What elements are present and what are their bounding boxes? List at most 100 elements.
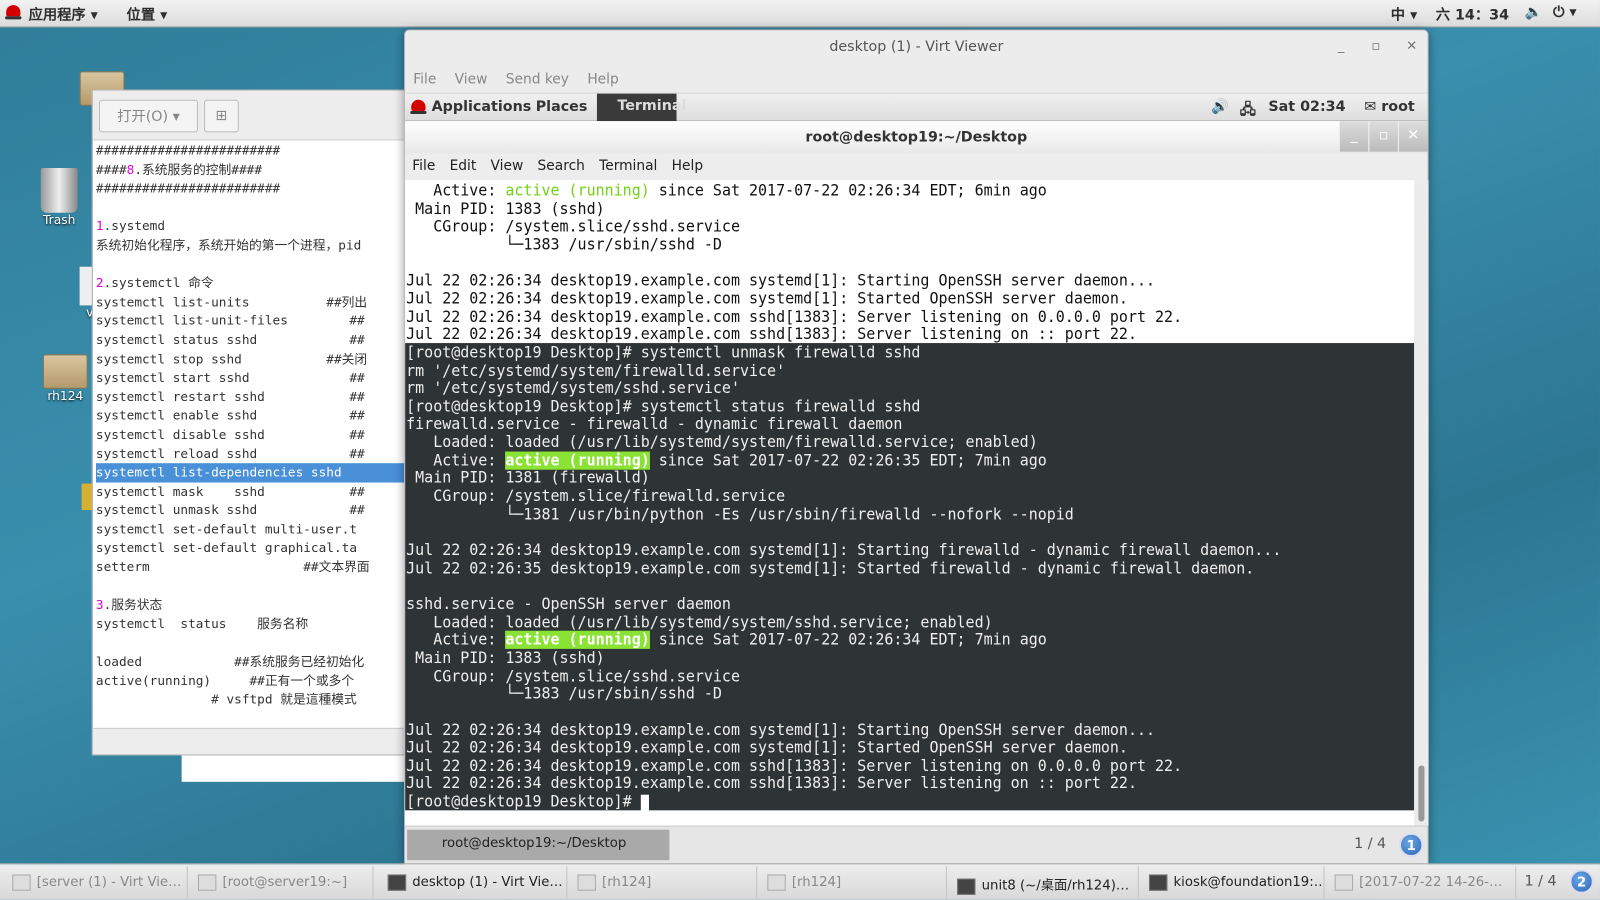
guest-workspace-indicator[interactable]: 1 / 4 [1354, 836, 1386, 852]
terminal-line: └─1381 /usr/bin/python -Es /usr/sbin/fir… [406, 505, 1074, 524]
taskbar-item[interactable]: [root@server19:~] [190, 866, 374, 899]
terminal-scrollbar[interactable] [1414, 180, 1429, 826]
line-text: Jul 22 02:26:34 desktop19.example.com ss… [406, 307, 1183, 326]
menu-view[interactable]: View [455, 71, 488, 87]
line-text: systemctl mask sshd ## [95, 483, 365, 499]
applications-menu[interactable]: 应用程序 ▾ [29, 4, 98, 24]
term-menu-search[interactable]: Search [538, 158, 585, 174]
taskbar-item[interactable]: [rh124] [759, 866, 947, 899]
close-button[interactable]: ✕ [1406, 39, 1417, 54]
terminal-line: Main PID: 1383 (sshd) [406, 649, 605, 668]
workspace-indicator[interactable]: 1 / 4 [1524, 873, 1556, 889]
term-menu-edit[interactable]: Edit [450, 158, 477, 174]
line-text: Loaded: loaded (/usr/lib/systemd/system/… [406, 612, 993, 632]
line-text: systemctl status sshd ## [95, 331, 365, 348]
terminal-maximize-button[interactable]: ▫ [1368, 121, 1398, 152]
taskbar-item-label: [rh124] [791, 874, 842, 891]
text-editor-window: 打开(O) ▾ ⊞ ######################## ####8.… [91, 89, 419, 756]
line-text: └─1381 /usr/bin/python -Es /usr/sbin/fir… [406, 505, 1074, 524]
clock[interactable]: 六 14：34 [1436, 4, 1509, 24]
input-method-menu[interactable]: 中 ▾ [1391, 4, 1417, 24]
power-menu[interactable]: ⏻ ▾ [1553, 4, 1576, 20]
line-text: since Sat 2017-07-22 02:26:35 EDT; 7min … [649, 451, 1047, 470]
guest-places-menu[interactable]: Places [536, 99, 588, 115]
menu-send-key[interactable]: Send key [506, 71, 569, 87]
line-text: systemctl disable sshd ## [95, 426, 365, 442]
term-menu-terminal[interactable]: Terminal [599, 158, 657, 174]
taskbar-item[interactable]: desktop (1) - Virt Vie… [380, 866, 568, 899]
line-text: rm '/etc/systemd/system/firewalld.servic… [406, 361, 786, 380]
editor-line: systemctl disable sshd ## [96, 425, 417, 444]
guest-network-icon[interactable]: 🖧 [1240, 99, 1256, 123]
status-active-highlight: active (running) [505, 451, 650, 470]
line-text: [root@desktop19 Desktop]# [406, 792, 641, 811]
line-text: ######################## [95, 142, 281, 158]
editor-line: systemctl mask sshd ## [96, 482, 417, 501]
guest-terminal-task[interactable]: Terminal [596, 93, 686, 122]
editor-line: 2.systemctl 命令 [96, 274, 417, 293]
volume-muted-icon[interactable]: 🔈 [1524, 4, 1542, 20]
term-menu-file[interactable]: File [412, 158, 435, 174]
line-text: [root@desktop19 Desktop]# systemctl unma… [406, 343, 921, 362]
menu-help[interactable]: Help [587, 71, 618, 87]
scrollbar-thumb[interactable] [1418, 765, 1425, 822]
editor-line: 3.服务状态 [96, 596, 417, 615]
terminal-line: Jul 22 02:26:34 desktop19.example.com sy… [406, 272, 1155, 291]
editor-text-area[interactable]: ######################## ####8.系统服务的控制###… [95, 142, 418, 730]
taskbar-item[interactable]: [2017-07-22 14-26-… [1327, 866, 1517, 899]
terminal-minimize-button[interactable]: _ [1338, 121, 1369, 152]
terminal-line: Loaded: loaded (/usr/lib/systemd/system/… [406, 433, 1038, 452]
line-text: systemctl set-default graphical.ta [95, 540, 358, 556]
line-text: Main PID: 1383 (sshd) [406, 648, 605, 668]
line-text: Jul 22 02:26:34 desktop19.example.com sy… [406, 541, 1282, 560]
heading-number: 8 [126, 161, 135, 177]
terminal-line: └─1383 /usr/sbin/sshd -D [406, 236, 722, 255]
menu-file[interactable]: File [413, 71, 436, 87]
taskbar-item[interactable]: kiosk@foundation19:… [1141, 866, 1325, 899]
term-menu-view[interactable]: View [491, 158, 524, 174]
new-document-icon[interactable]: ⊞ [204, 99, 239, 133]
editor-line: systemctl reload sshd ## [96, 444, 417, 463]
user-menu[interactable]: ✉ root [1364, 99, 1414, 115]
guest-applications-menu[interactable]: Applications [432, 99, 532, 115]
line-text: rm '/etc/systemd/system/sshd.service' [406, 379, 740, 398]
guest-clock[interactable]: Sat 02:34 [1268, 99, 1345, 115]
minimize-button[interactable]: _ [1338, 39, 1345, 54]
status-active-highlight: active (running) [505, 630, 650, 650]
terminal-line: Active: active (running) since Sat 2017-… [406, 182, 1047, 201]
line-text: # vsftpd 就是這種模式 [95, 691, 357, 707]
guest-volume-icon[interactable]: 🔊 [1211, 99, 1229, 115]
terminal-output[interactable]: Active: active (running) since Sat 2017-… [405, 180, 1415, 826]
line-text: Jul 22 02:26:34 desktop19.example.com sy… [406, 271, 1156, 290]
editor-line: ####8.系统服务的控制#### [96, 160, 417, 179]
taskbar-item-label: [rh124] [602, 874, 652, 891]
task-label: root@desktop19:~/Desktop [441, 835, 627, 852]
guest-task-terminal[interactable]: root@desktop19:~/Desktop [407, 829, 670, 861]
notification-badge[interactable]: 2 [1569, 869, 1594, 894]
editor-line: systemctl list-units ##列出 [96, 293, 417, 312]
guest-notification-badge[interactable]: 1 [1398, 832, 1424, 858]
status-active-text: active (running) [505, 181, 650, 200]
taskbar-item-label: kiosk@foundation19:… [1173, 874, 1325, 891]
heading-number: 1 [95, 218, 104, 234]
line-text: active(running) ##正有一个或多个 [95, 672, 355, 688]
term-menu-help[interactable]: Help [672, 158, 703, 174]
taskbar-item[interactable]: [server (1) - Virt Vie… [4, 866, 188, 899]
line-text: CGroup: /system.slice/sshd.service [406, 666, 740, 686]
open-button[interactable]: 打开(O) ▾ [98, 99, 198, 133]
desktop-icon-trash[interactable]: Trash [35, 167, 84, 227]
terminal-close-button[interactable]: ✕ [1397, 121, 1428, 152]
window-title: desktop (1) - Virt Viewer [829, 38, 1004, 55]
terminal-line: [root@desktop19 Desktop]# systemctl unma… [406, 343, 920, 362]
terminal-line: Jul 22 02:26:34 desktop19.example.com ss… [406, 308, 1182, 327]
heading-number: 3 [95, 596, 104, 613]
terminal-line: Jul 22 02:26:34 desktop19.example.com sy… [406, 721, 1155, 740]
terminal-line: Jul 22 02:26:34 desktop19.example.com sy… [406, 290, 1128, 309]
desktop-icon-rh124[interactable]: rh124 [42, 354, 88, 403]
maximize-button[interactable]: ▫ [1371, 39, 1380, 54]
taskbar-item[interactable]: unit8 (~/桌面/rh124)… [949, 866, 1139, 899]
taskbar-item[interactable]: [rh124] [569, 866, 758, 899]
places-menu[interactable]: 位置 ▾ [127, 4, 168, 24]
